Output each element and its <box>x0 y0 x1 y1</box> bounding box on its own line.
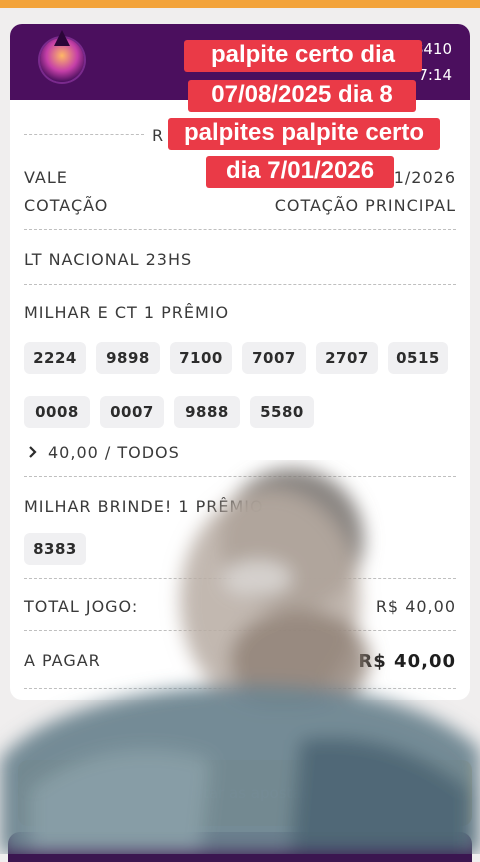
overlay-caption-line: dia 7/01/2026 <box>206 156 394 188</box>
bet-number-chip: 2707 <box>316 342 378 374</box>
bet-number-chip: 0515 <box>388 342 448 374</box>
bet-number-chip: 8383 <box>24 533 86 565</box>
cotacao-value: COTAÇÃO PRINCIPAL <box>274 196 456 215</box>
bet-amount: 40,00 / TODOS <box>48 443 180 462</box>
top-strip <box>0 0 480 8</box>
overlay-caption-line: 07/08/2025 dia 8 <box>188 80 416 112</box>
bet-number-chip: 7007 <box>242 342 306 374</box>
divider <box>24 284 456 285</box>
receipt-title: R <box>152 126 165 145</box>
bet-number-chip: 9898 <box>96 342 160 374</box>
total-value: R$ 40,00 <box>375 597 456 616</box>
bet-number-chip: 9888 <box>174 396 240 428</box>
total-label: TOTAL JOGO: <box>24 597 139 616</box>
bet-title: MILHAR E CT 1 PRÊMIO <box>24 303 230 322</box>
bottom-bar <box>8 832 472 862</box>
cotacao-label: COTAÇÃO <box>24 196 109 215</box>
bet-number-chip: 2224 <box>24 342 86 374</box>
brand-logo <box>40 30 84 82</box>
overlay-caption-line: palpite certo dia <box>184 40 422 72</box>
lottery-name: LT NACIONAL 23HS <box>24 250 193 269</box>
divider <box>24 134 144 135</box>
bonus-bet-title: MILHAR BRINDE! 1 PRÊMIO <box>24 497 264 516</box>
divider <box>24 476 456 477</box>
divider <box>24 630 456 631</box>
pay-value: R$ 40,00 <box>358 651 456 672</box>
vale-label: VALE <box>24 168 68 187</box>
divider <box>24 229 456 230</box>
chevron-right-icon[interactable] <box>24 443 42 461</box>
bet-number-chip: 5580 <box>250 396 314 428</box>
divider <box>24 578 456 579</box>
receipt-time: 7:14 <box>418 66 452 84</box>
bet-number-chip: 0007 <box>100 396 164 428</box>
back-to-bets-button[interactable]: Voltar as apostas <box>18 760 472 826</box>
pay-label: A PAGAR <box>24 651 101 670</box>
overlay-caption-line: palpites palpite certo <box>168 118 440 150</box>
bet-number-chip: 7100 <box>170 342 232 374</box>
bet-number-chip: 0008 <box>24 396 90 428</box>
divider <box>24 688 456 689</box>
vale-value: 1/2026 <box>393 168 456 187</box>
